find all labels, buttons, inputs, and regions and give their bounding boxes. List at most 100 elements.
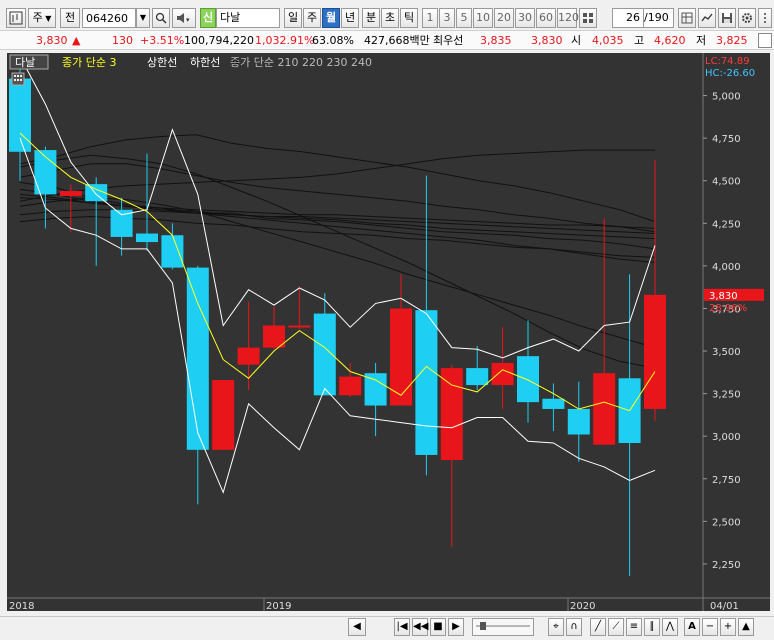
legend-ma3: 종가 단순 3 <box>62 56 116 69</box>
candle-up[interactable] <box>59 190 82 197</box>
interval-10[interactable]: 10 <box>473 8 493 28</box>
period-select[interactable]: 주 ▼ <box>28 8 56 28</box>
interval-3[interactable]: 3 <box>439 8 455 28</box>
y-tick-label: 4,500 <box>712 177 741 188</box>
expand-button[interactable] <box>758 33 772 48</box>
current-pct-label: 28.96% <box>709 303 747 314</box>
candle-up[interactable] <box>593 373 616 445</box>
volume-pct: 1,032.91% <box>255 34 315 47</box>
table-icon[interactable] <box>678 8 696 28</box>
stock-name-field[interactable]: 다날 <box>216 8 280 28</box>
legend-badge: 다날 <box>15 56 35 69</box>
pattern-icon[interactable]: ⋀ <box>662 618 678 636</box>
candle-down[interactable] <box>517 356 539 403</box>
rewind-icon[interactable]: ◀◀ <box>412 618 428 636</box>
tab-daily[interactable]: 일 <box>284 8 302 28</box>
toolbar: 주 ▼ 전 ▼ ▾ 신 다날 일 주 월 년 분 초 틱 1 3 5 10 20… <box>0 4 774 28</box>
current-price-marker-label: 3,830 <box>709 291 738 302</box>
save-icon[interactable] <box>718 8 736 28</box>
candle-down[interactable] <box>466 368 489 386</box>
stock-code-field[interactable] <box>82 8 136 28</box>
draw-line-icon[interactable]: ╱ <box>590 618 606 636</box>
quote-bar: 3,830 ▲ 130 +3.51% 100,794,220 1,032.91%… <box>0 30 774 50</box>
credit-badge: 신 <box>200 8 216 28</box>
y-tick-label: 2,750 <box>712 475 741 486</box>
magnet-icon[interactable]: ∩ <box>566 618 582 636</box>
chart-window: 주 ▼ 전 ▼ ▾ 신 다날 일 주 월 년 분 초 틱 1 3 5 10 20… <box>0 0 774 640</box>
candle-down[interactable] <box>364 373 387 406</box>
trend-icon[interactable] <box>698 8 716 28</box>
prev-button[interactable]: 전 <box>60 8 80 28</box>
y-tick-label: 2,250 <box>712 560 741 571</box>
legend-upper: 상한선 <box>147 56 177 69</box>
candle-down[interactable] <box>415 310 438 455</box>
candle-down[interactable] <box>542 398 565 409</box>
zoom-slider[interactable] <box>472 618 534 636</box>
page-counter-input[interactable]: 26 <box>612 8 644 28</box>
trend-tool-icon[interactable]: ⟋ <box>608 618 624 636</box>
candle-up[interactable] <box>491 362 514 386</box>
turnover-pct: 63.08% <box>312 34 354 47</box>
y-tick-label: 4,750 <box>712 134 741 145</box>
up-arrow-icon: ▲ <box>72 34 81 47</box>
prev-page-icon[interactable]: |◀ <box>394 618 410 636</box>
low-price: 3,825 <box>716 34 748 47</box>
time-axis-bg <box>7 598 703 611</box>
chart-menu-icon[interactable] <box>6 8 26 28</box>
page-total: /190 <box>644 8 674 28</box>
play-icon[interactable]: ▶ <box>448 618 464 636</box>
candle-down[interactable] <box>110 209 133 237</box>
tab-second[interactable]: 초 <box>381 8 399 28</box>
candle-up[interactable] <box>288 325 311 328</box>
x-label-date: 04/01 <box>710 601 739 612</box>
fibo-icon[interactable]: ≡ <box>626 618 642 636</box>
svg-text:▾: ▾ <box>186 16 190 24</box>
x-label-2020: 2020 <box>570 601 595 612</box>
fit-icon[interactable]: ▲ <box>738 618 754 636</box>
text-tool-icon[interactable]: A <box>684 618 700 636</box>
candle-down[interactable] <box>567 408 590 435</box>
code-dropdown-icon[interactable]: ▼ <box>136 8 150 28</box>
best-bid: 3,830 <box>531 34 563 47</box>
candle-down[interactable] <box>186 267 209 450</box>
scroll-left-icon[interactable]: ◀ <box>348 618 366 636</box>
candle-up[interactable] <box>644 294 666 409</box>
y-tick-label: 5,000 <box>712 92 741 103</box>
interval-5[interactable]: 5 <box>456 8 472 28</box>
price-chart[interactable]: 5,000 4,750 4,500 4,250 4,000 3,750 3,500 3,250… <box>6 52 772 612</box>
interval-120[interactable]: 120 <box>557 8 579 28</box>
tab-tick[interactable]: 틱 <box>400 8 418 28</box>
tab-monthly[interactable]: 월 <box>322 8 340 28</box>
best-ask: 3,835 <box>480 34 512 47</box>
chart-bottom-bar: ◀ |◀ ◀◀ ■ ▶ ⌖ ∩ ╱ ⟋ ≡ ∥ ⋀ A − + ▲ <box>0 612 774 640</box>
stock-code-input[interactable] <box>83 9 135 27</box>
interval-30[interactable]: 30 <box>515 8 535 28</box>
interval-1[interactable]: 1 <box>422 8 438 28</box>
zoom-out-icon[interactable]: − <box>702 618 718 636</box>
interval-60[interactable]: 60 <box>536 8 556 28</box>
interval-20[interactable]: 20 <box>494 8 514 28</box>
search-icon[interactable] <box>152 8 170 28</box>
candle-down[interactable] <box>136 233 158 243</box>
grid-icon[interactable] <box>579 8 597 28</box>
stop-icon[interactable]: ■ <box>430 618 446 636</box>
candle-up[interactable] <box>440 368 463 461</box>
tab-yearly[interactable]: 년 <box>341 8 359 28</box>
y-tick-label: 2,500 <box>712 517 741 528</box>
candle-up[interactable] <box>212 380 235 450</box>
speaker-icon[interactable]: ▾ <box>172 8 196 28</box>
channel-icon[interactable]: ∥ <box>644 618 660 636</box>
crosshair-icon[interactable]: ⌖ <box>548 618 564 636</box>
tab-minute[interactable]: 분 <box>362 8 380 28</box>
candle-up[interactable] <box>339 376 362 396</box>
chart-canvas[interactable]: 5,0004,7504,5004,2504,0003,7503,5003,250… <box>6 52 772 612</box>
candle-up[interactable] <box>237 347 260 365</box>
period-label: 주 <box>32 11 43 24</box>
settings-icon[interactable] <box>738 8 756 28</box>
candle-down[interactable] <box>161 235 184 268</box>
indicator-settings-icon[interactable] <box>11 72 25 86</box>
more-icon[interactable] <box>758 8 772 28</box>
zoom-in-icon[interactable]: + <box>720 618 736 636</box>
tab-weekly[interactable]: 주 <box>303 8 321 28</box>
price-change-pct: +3.51% <box>140 34 185 47</box>
